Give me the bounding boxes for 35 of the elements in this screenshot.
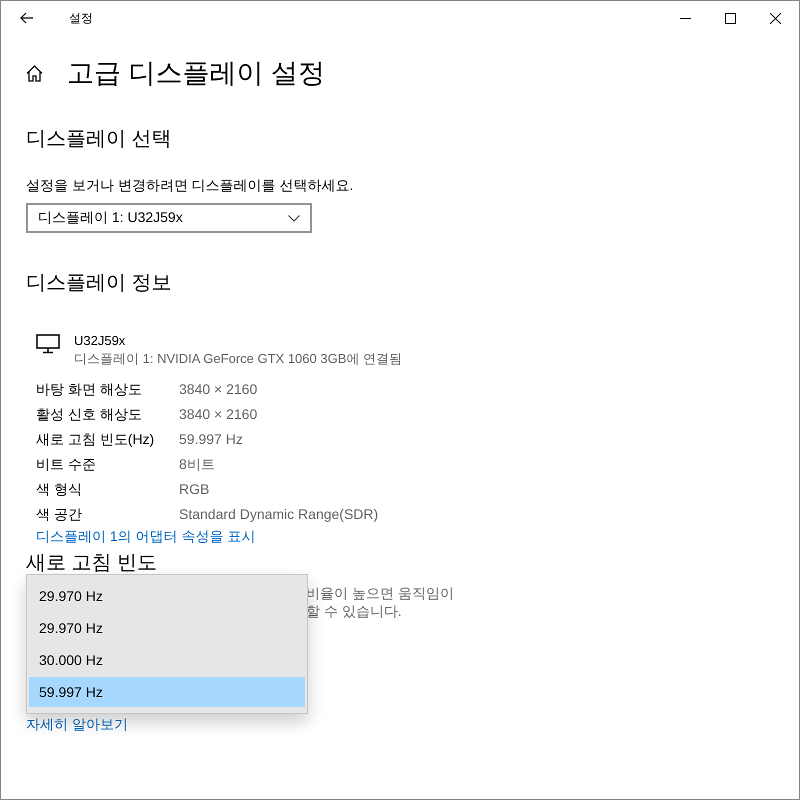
menu-option[interactable]: 59.997 Hz (29, 677, 305, 707)
monitor-icon (36, 334, 60, 354)
info-label: 비트 수준 (36, 455, 97, 474)
section-heading: 디스플레이 정보 (26, 271, 173, 296)
menu-option[interactable]: 30.000 Hz (29, 645, 305, 675)
learn-more-link[interactable]: 자세히 알아보기 (26, 716, 128, 734)
monitor-detail: 디스플레이 1: NVIDIA GeForce GTX 1060 3GB에 연결됨 (74, 350, 402, 368)
info-label: 활성 신호 해상도 (36, 405, 143, 424)
menu-option[interactable]: 29.970 Hz (29, 613, 305, 643)
display-dropdown[interactable]: 디스플레이 1: U32J59x (26, 203, 312, 233)
info-label: 바탕 화면 해상도 (36, 380, 143, 399)
back-icon[interactable] (20, 12, 34, 24)
info-label: 색 형식 (36, 480, 83, 499)
section-heading: 디스플레이 선택 (26, 127, 173, 152)
info-value: Standard Dynamic Range(SDR) (179, 505, 380, 524)
section-heading: 새로 고침 빈도 (26, 552, 158, 574)
monitor-name: U32J59x (74, 332, 126, 350)
info-value: RGB (179, 480, 210, 499)
info-label: 새로 고침 빈도(Hz) (36, 430, 156, 449)
description-text: 할 수 있습니다. (306, 602, 403, 620)
description-text: 비율이 높으면 움직임이 (306, 584, 454, 602)
info-label: 색 공간 (36, 505, 83, 524)
info-value: 59.997 Hz (179, 430, 244, 449)
info-value: 8비트 (179, 455, 216, 474)
description-text: 설정을 보거나 변경하려면 디스플레이를 선택하세요. (26, 177, 354, 195)
menu-option[interactable]: 29.970 Hz (29, 581, 305, 611)
maximize-icon[interactable] (725, 12, 736, 24)
home-icon[interactable] (26, 64, 43, 82)
info-value: 3840 × 2160 (179, 405, 258, 424)
window-title: 설정 (69, 10, 93, 26)
adapter-properties-link[interactable]: 디스플레이 1의 어댑터 속성을 표시 (26, 528, 256, 546)
info-value: 3840 × 2160 (179, 380, 258, 399)
page-title: 고급 디스플레이 설정 (67, 57, 326, 90)
chevron-down-icon (288, 214, 300, 222)
close-icon[interactable] (770, 12, 781, 24)
